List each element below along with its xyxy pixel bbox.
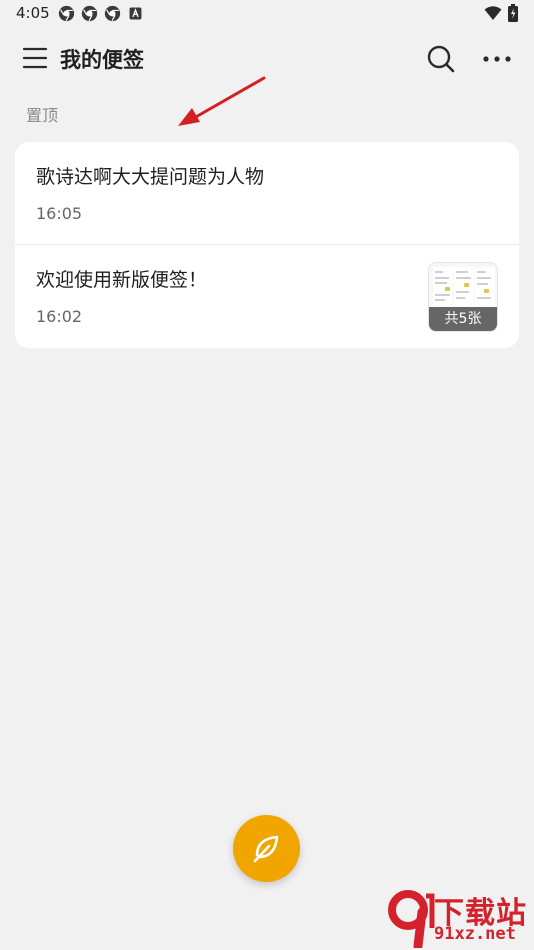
- watermark-logo: [388, 890, 435, 948]
- search-icon[interactable]: [426, 44, 456, 74]
- thumbnail-page: [475, 267, 495, 311]
- annotation-arrow: [178, 76, 266, 126]
- site-watermark: 下载站 91xz.net: [388, 884, 534, 950]
- note-time: 16:05: [36, 204, 83, 223]
- note-item[interactable]: 歌诗达啊大大提问题为人物 16:05: [15, 142, 519, 245]
- thumbnail-page: [454, 267, 474, 311]
- note-title: 欢迎使用新版便签！: [36, 269, 208, 291]
- a-box-icon: [129, 7, 142, 20]
- thumbnail-count-badge: 共5张: [429, 307, 497, 331]
- status-notification-icons: [58, 5, 144, 22]
- chrome-icon: [81, 5, 98, 22]
- new-note-button[interactable]: [233, 815, 300, 882]
- pinned-section-label: 置顶: [26, 106, 59, 125]
- status-bar: 4:05: [0, 0, 534, 28]
- page-title: 我的便签: [60, 48, 144, 72]
- feather-pen-icon: [253, 835, 279, 863]
- battery-charging-icon: [508, 4, 518, 22]
- pinned-notes-card: 歌诗达啊大大提问题为人物 16:05 欢迎使用新版便签！ 16:02 共5张: [15, 142, 519, 348]
- status-system-icons: [484, 4, 518, 22]
- chrome-icon: [104, 5, 121, 22]
- more-icon[interactable]: [482, 48, 516, 70]
- chrome-icon: [58, 5, 75, 22]
- note-item[interactable]: 欢迎使用新版便签！ 16:02 共5张: [15, 245, 519, 348]
- note-time: 16:02: [36, 307, 83, 326]
- status-time: 4:05: [16, 4, 50, 22]
- note-title: 歌诗达啊大大提问题为人物: [36, 166, 265, 188]
- watermark-url: 91xz.net: [434, 924, 516, 944]
- menu-icon[interactable]: [22, 45, 48, 71]
- note-thumbnail[interactable]: 共5张: [428, 262, 498, 332]
- wifi-icon: [484, 6, 502, 20]
- thumbnail-page: [433, 267, 453, 311]
